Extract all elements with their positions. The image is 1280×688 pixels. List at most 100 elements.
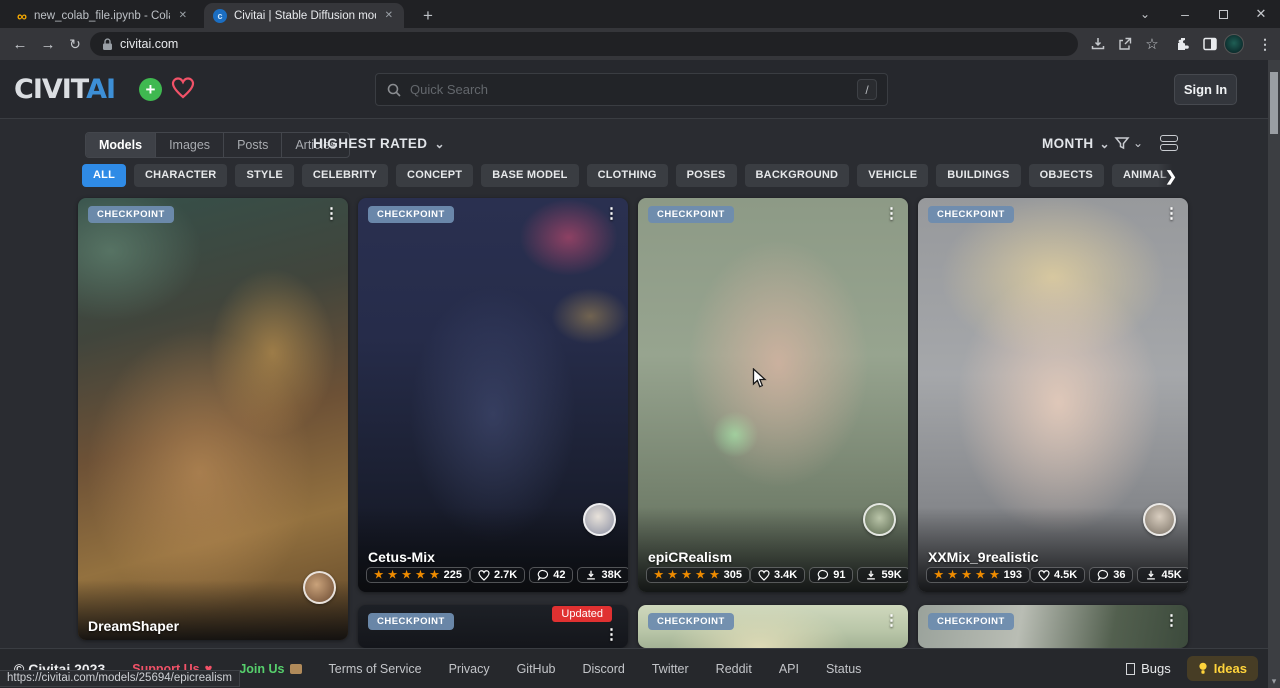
chip-concept[interactable]: CONCEPT	[396, 164, 473, 187]
favorites-heart-icon[interactable]	[171, 77, 195, 104]
bugs-button[interactable]: Bugs	[1126, 661, 1171, 676]
footer-link-api[interactable]: API	[779, 662, 799, 676]
civitai-favicon-icon: c	[213, 9, 227, 23]
creator-avatar[interactable]	[583, 503, 616, 536]
tab-images[interactable]: Images	[156, 133, 224, 157]
likes-count: 2.7K	[494, 569, 517, 581]
chips-scroll-right-caret-icon[interactable]: ❯	[1158, 164, 1184, 188]
model-card-dreamshaper[interactable]: CHECKPOINT ⋮ DreamShaper	[78, 198, 348, 640]
chip-buildings[interactable]: BUILDINGS	[936, 164, 1020, 187]
screen: ∞ new_colab_file.ipynb - Colaborat ✕ c C…	[0, 0, 1280, 688]
chip-celebrity[interactable]: CELEBRITY	[302, 164, 388, 187]
card-menu-dots-icon[interactable]: ⋮	[1164, 611, 1179, 629]
heart-icon	[478, 570, 490, 581]
bug-icon	[1126, 663, 1135, 675]
side-panel-icon[interactable]	[1197, 28, 1223, 60]
creator-avatar[interactable]	[863, 503, 896, 536]
card-menu-dots-icon[interactable]: ⋮	[1164, 204, 1179, 222]
chip-objects[interactable]: OBJECTS	[1029, 164, 1104, 187]
card-menu-dots-icon[interactable]: ⋮	[884, 611, 899, 629]
quick-search-box[interactable]: /	[375, 73, 888, 106]
chip-all[interactable]: ALL	[82, 164, 126, 187]
scrollbar-down-arrow-icon[interactable]: ▾	[1268, 676, 1280, 687]
footer-link-github[interactable]: GitHub	[517, 662, 556, 676]
share-icon[interactable]	[1112, 28, 1138, 60]
card-menu-dots-icon[interactable]: ⋮	[884, 204, 899, 222]
forward-button[interactable]: →	[34, 28, 62, 60]
stat-pill-group: 3.4K 91 59K	[750, 567, 908, 583]
star-icon: ★	[934, 569, 944, 581]
model-card-partial[interactable]: CHECKPOINT ⋮	[918, 605, 1188, 648]
model-card-xxmix-9realistic[interactable]: CHECKPOINT ⋮ XXMix_9realistic ★★★★★ 193 …	[918, 198, 1188, 592]
card-menu-dots-icon[interactable]: ⋮	[324, 204, 339, 222]
chip-background[interactable]: BACKGROUND	[745, 164, 850, 187]
model-title: XXMix_9realistic	[928, 549, 1039, 565]
page-scrollbar[interactable]: ▾	[1268, 60, 1280, 688]
comments-count: 36	[1113, 569, 1125, 581]
window-menu-chevron-icon[interactable]: ⌄	[1128, 0, 1162, 28]
sort-dropdown[interactable]: HIGHEST RATED ⌄	[313, 136, 445, 151]
extensions-puzzle-icon[interactable]	[1170, 28, 1196, 60]
reload-button[interactable]: ↻	[61, 28, 89, 60]
heart-icon	[758, 570, 770, 581]
card-menu-dots-icon[interactable]: ⋮	[604, 625, 619, 643]
sign-in-button[interactable]: Sign In	[1174, 74, 1237, 105]
chip-character[interactable]: CHARACTER	[134, 164, 227, 187]
footer-link-join-us[interactable]: Join Us	[239, 662, 301, 676]
browser-profile-avatar[interactable]	[1224, 34, 1244, 54]
tab-models[interactable]: Models	[86, 133, 156, 157]
footer-link-reddit[interactable]: Reddit	[716, 662, 752, 676]
layout-toggle-button[interactable]	[1160, 135, 1178, 151]
search-input[interactable]	[410, 82, 849, 97]
close-icon[interactable]: ✕	[177, 10, 189, 21]
bookmark-star-icon[interactable]: ☆	[1139, 28, 1165, 60]
civitai-logo[interactable]: CIVITAI	[14, 74, 115, 105]
search-icon	[386, 82, 402, 98]
creator-avatar[interactable]	[303, 571, 336, 604]
chip-clothing[interactable]: CLOTHING	[587, 164, 668, 187]
browser-tab-colab[interactable]: ∞ new_colab_file.ipynb - Colaborat ✕	[8, 3, 198, 28]
model-card-cetus-mix[interactable]: CHECKPOINT ⋮ Cetus-Mix ★★★★★ 225 2.7K 42	[358, 198, 628, 592]
lightbulb-icon	[1198, 662, 1208, 675]
browser-tab-civitai[interactable]: c Civitai | Stable Diffusion models, ✕	[204, 3, 404, 28]
chip-style[interactable]: STYLE	[235, 164, 293, 187]
creator-avatar[interactable]	[1143, 503, 1176, 536]
chip-poses[interactable]: POSES	[676, 164, 737, 187]
new-tab-button[interactable]: +	[416, 4, 440, 28]
chip-base-model[interactable]: BASE MODEL	[481, 164, 578, 187]
card-menu-dots-icon[interactable]: ⋮	[604, 204, 619, 222]
content-type-tabs: Models Images Posts Articles	[85, 132, 350, 158]
tab-posts[interactable]: Posts	[224, 133, 282, 157]
window-maximize-button[interactable]	[1206, 0, 1240, 28]
likes-count: 3.4K	[774, 569, 797, 581]
briefcase-icon	[290, 664, 302, 674]
footer-link-privacy[interactable]: Privacy	[449, 662, 490, 676]
footer-link-discord[interactable]: Discord	[582, 662, 624, 676]
ideas-button[interactable]: Ideas	[1187, 656, 1258, 681]
address-bar[interactable]: civitai.com	[90, 32, 1078, 56]
filter-dropdown[interactable]: ⌄	[1114, 135, 1143, 151]
model-card-partial[interactable]: CHECKPOINT ⋮	[638, 605, 908, 648]
footer-link-terms[interactable]: Terms of Service	[329, 662, 422, 676]
footer-link-status[interactable]: Status	[826, 662, 861, 676]
period-dropdown[interactable]: MONTH ⌄	[1042, 136, 1110, 151]
model-card-epicrealism[interactable]: CHECKPOINT ⋮ epiCRealism ★★★★★ 305 3.4K …	[638, 198, 908, 592]
comment-icon	[1097, 569, 1109, 581]
close-icon[interactable]: ✕	[383, 10, 395, 21]
comments-pill: 36	[1089, 567, 1133, 583]
model-type-badge: CHECKPOINT	[368, 206, 454, 223]
model-type-badge: CHECKPOINT	[928, 206, 1014, 223]
footer-link-twitter[interactable]: Twitter	[652, 662, 689, 676]
scrollbar-thumb[interactable]	[1270, 72, 1278, 134]
upload-plus-button[interactable]: +	[139, 78, 162, 101]
model-stats-row: ★★★★★ 305 3.4K 91 59K	[646, 567, 900, 583]
browser-menu-dots-icon[interactable]: ⋮	[1252, 28, 1278, 60]
chip-vehicle[interactable]: VEHICLE	[857, 164, 928, 187]
model-type-badge: CHECKPOINT	[648, 206, 734, 223]
model-card-partial[interactable]: CHECKPOINT Updated ⋮	[358, 605, 628, 648]
window-close-button[interactable]: ✕	[1244, 0, 1278, 28]
back-button[interactable]: ←	[6, 28, 34, 60]
window-minimize-button[interactable]: –	[1168, 0, 1202, 28]
download-tray-icon[interactable]	[1085, 28, 1111, 60]
maximize-icon	[1219, 10, 1228, 19]
